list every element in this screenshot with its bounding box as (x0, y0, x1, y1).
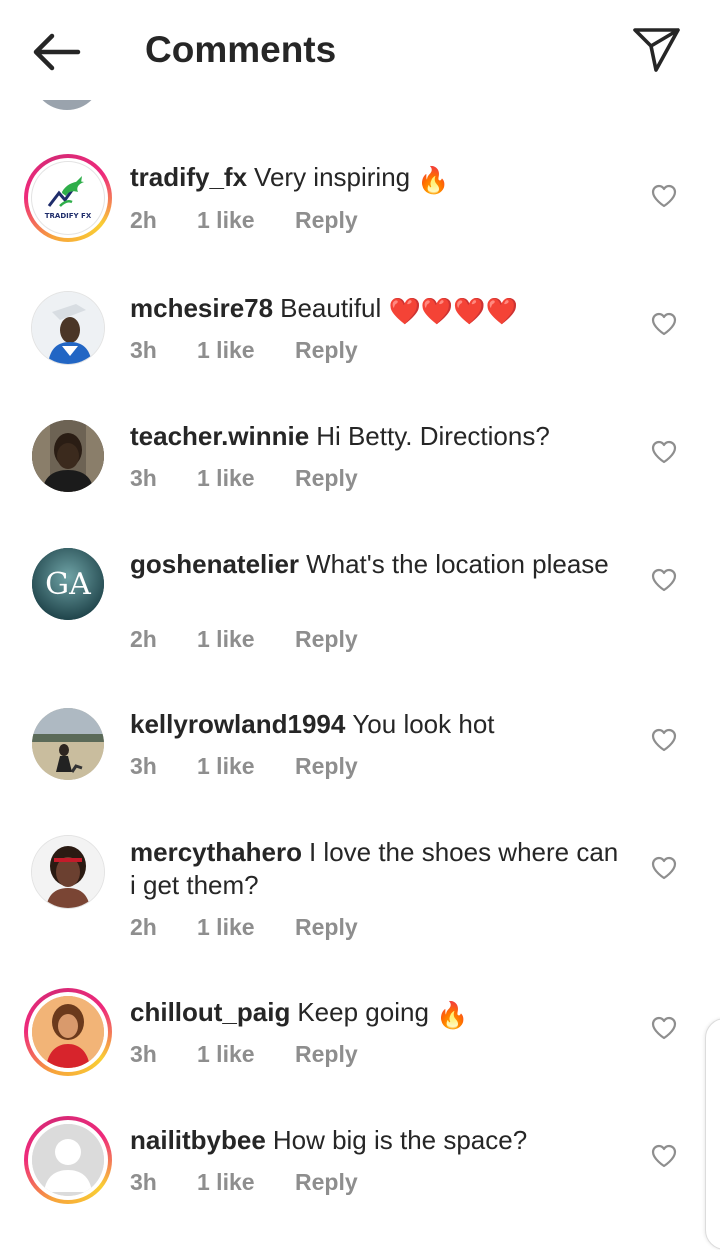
page-title: Comments (145, 29, 337, 70)
avatar[interactable] (24, 1116, 112, 1204)
heart-icon[interactable] (651, 312, 677, 336)
reply-button[interactable]: Reply (295, 913, 358, 941)
comment-timestamp: 3h (130, 1169, 157, 1195)
avatar[interactable] (32, 420, 104, 492)
comment-username[interactable]: nailitbybee (130, 1125, 266, 1155)
fire-emoji-icon: 🔥 (417, 165, 450, 195)
comment-username[interactable]: goshenatelier (130, 549, 299, 579)
comment-timestamp: 2h (130, 626, 157, 652)
comment-list: TRADIFY FX tradify_fx Very inspiring 🔥 2h… (0, 0, 720, 1226)
heart-icon[interactable] (651, 728, 677, 752)
reply-button[interactable]: Reply (295, 206, 358, 234)
comment-timestamp: 3h (130, 337, 157, 363)
comment-likes[interactable]: 1 like (197, 913, 255, 941)
share-button[interactable] (626, 22, 686, 76)
comment-likes[interactable]: 1 like (197, 206, 255, 234)
comment-likes[interactable]: 1 like (197, 625, 255, 653)
comment-username[interactable]: chillout_paig (130, 997, 290, 1027)
avatar[interactable] (32, 708, 104, 780)
edge-panel-handle[interactable] (705, 1018, 720, 1250)
comment-timestamp: 2h (130, 914, 157, 940)
comment-body: You look hot (352, 709, 495, 739)
default-avatar-icon (32, 1124, 104, 1196)
app-header: Comments (0, 0, 720, 100)
comment-timestamp: 3h (130, 753, 157, 779)
heart-icon[interactable] (651, 184, 677, 208)
comment-timestamp: 2h (130, 207, 157, 233)
back-button[interactable] (28, 28, 84, 76)
comment-timestamp: 3h (130, 465, 157, 491)
avatar[interactable] (32, 292, 104, 364)
reply-button[interactable]: Reply (295, 625, 358, 653)
avatar[interactable] (24, 988, 112, 1076)
heart-icon[interactable] (651, 1016, 677, 1040)
heart-icon[interactable] (651, 1144, 677, 1168)
reply-button[interactable]: Reply (295, 1040, 358, 1068)
avatar[interactable]: GA (32, 548, 104, 620)
comment-timestamp: 3h (130, 1041, 157, 1067)
avatar[interactable] (32, 836, 104, 908)
reply-button[interactable]: Reply (295, 336, 358, 364)
comment-body: Hi Betty. Directions? (316, 421, 550, 451)
comment-body: How big is the space? (272, 1125, 528, 1155)
fire-emoji-icon: 🔥 (436, 1000, 469, 1030)
avatar-label: TRADIFY FX (45, 212, 92, 220)
comment-body: What's the location please (306, 549, 609, 579)
comment-username[interactable]: kellyrowland1994 (130, 709, 345, 739)
comment-likes[interactable]: 1 like (197, 752, 255, 780)
comment-likes[interactable]: 1 like (197, 1040, 255, 1068)
comment-likes[interactable]: 1 like (197, 1168, 255, 1196)
reply-button[interactable]: Reply (295, 1168, 358, 1196)
comment-body: Keep going (297, 997, 429, 1027)
heart-icon[interactable] (651, 440, 677, 464)
avatar[interactable]: TRADIFY FX (24, 154, 112, 242)
reply-button[interactable]: Reply (295, 464, 358, 492)
comment-username[interactable]: teacher.winnie (130, 421, 309, 451)
heart-icon[interactable] (651, 856, 677, 880)
heart-emoji-icon: ❤️❤️❤️❤️ (388, 296, 519, 326)
comment-body: Beautiful (280, 293, 382, 323)
reply-button[interactable]: Reply (295, 752, 358, 780)
avatar-label: GA (45, 567, 91, 602)
arrow-left-icon (33, 33, 81, 71)
comment-username[interactable]: mercythahero (130, 837, 302, 867)
comment-body: Very inspiring (254, 162, 411, 192)
tradify-logo-icon: TRADIFY FX (45, 176, 92, 220)
comment-username[interactable]: tradify_fx (130, 162, 247, 192)
comment-likes[interactable]: 1 like (197, 336, 255, 364)
paper-plane-icon (633, 28, 680, 72)
comment-username[interactable]: mchesire78 (130, 293, 273, 323)
comment-likes[interactable]: 1 like (197, 464, 255, 492)
heart-icon[interactable] (651, 568, 677, 592)
